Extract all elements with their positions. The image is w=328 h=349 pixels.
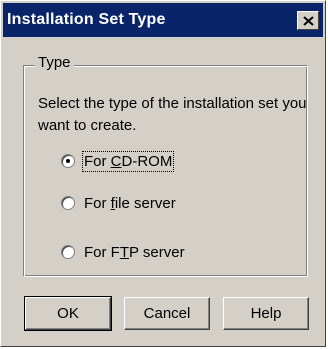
window-title: Installation Set Type	[7, 11, 166, 28]
radio-for-cd-rom[interactable]: For CD-ROM	[61, 150, 175, 172]
radio-for-ftp-server[interactable]: For FTP server	[61, 242, 185, 262]
radio-button-icon[interactable]	[61, 154, 75, 168]
radio-label: For file server	[84, 194, 176, 212]
radio-label: For FTP server	[84, 243, 185, 261]
close-icon	[303, 16, 314, 26]
help-button[interactable]: Help	[223, 297, 309, 330]
close-button[interactable]	[297, 11, 319, 30]
group-legend: Type	[35, 54, 74, 71]
radio-for-file-server[interactable]: For file server	[61, 193, 176, 213]
ok-button[interactable]: OK	[24, 296, 112, 331]
radio-button-icon[interactable]	[61, 196, 75, 210]
instruction-text: Select the type of the installation set …	[38, 95, 307, 134]
cancel-button[interactable]: Cancel	[124, 297, 210, 330]
radio-button-icon[interactable]	[61, 245, 75, 259]
title-bar[interactable]: Installation Set Type	[3, 3, 323, 37]
installation-set-type-dialog: Installation Set Type Type Select the ty…	[0, 0, 326, 347]
radio-label: For CD-ROM	[81, 150, 175, 172]
